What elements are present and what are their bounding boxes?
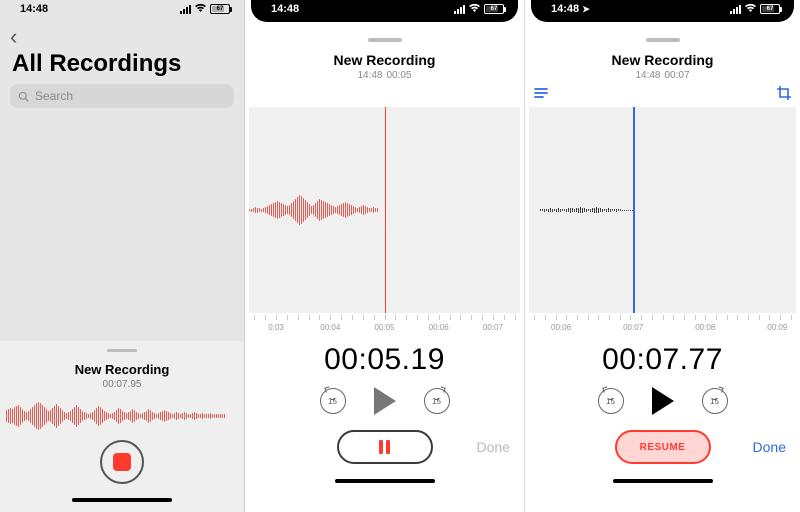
crop-icon[interactable] bbox=[776, 85, 792, 101]
wifi-icon bbox=[468, 3, 481, 16]
search-icon bbox=[18, 91, 29, 102]
signal-icon bbox=[454, 5, 465, 14]
recording-title: New Recording bbox=[525, 52, 800, 68]
timeline-ticks: 0:0300:0400:0500:0600:07 bbox=[249, 323, 520, 335]
recording-title: New Recording bbox=[0, 362, 244, 377]
skip-forward-button[interactable]: 15 bbox=[702, 388, 728, 414]
search-input[interactable]: Search bbox=[10, 84, 234, 108]
wifi-icon bbox=[744, 3, 757, 16]
play-button[interactable] bbox=[652, 387, 674, 415]
battery-icon: 67 bbox=[484, 4, 504, 14]
skip-forward-button[interactable]: 15 bbox=[424, 388, 450, 414]
recording-title: New Recording bbox=[245, 52, 524, 68]
home-indicator[interactable] bbox=[72, 498, 172, 502]
recording-timestamp: 14:48 bbox=[357, 70, 382, 81]
recording-timestamp: 14:48 bbox=[635, 70, 660, 81]
done-button[interactable]: Done bbox=[477, 439, 510, 455]
status-time: 14:48 bbox=[271, 3, 299, 15]
play-button[interactable] bbox=[374, 387, 396, 415]
recording-drawer: New Recording 00:07.95 bbox=[0, 341, 244, 512]
pause-button[interactable] bbox=[337, 430, 433, 464]
battery-icon: 67 bbox=[210, 4, 230, 14]
back-button[interactable]: ‹ bbox=[0, 18, 244, 50]
resume-button[interactable]: RESUME bbox=[615, 430, 711, 464]
signal-icon bbox=[730, 5, 741, 14]
status-time: 14:48 bbox=[20, 3, 48, 15]
status-bar: 14:48 67 bbox=[0, 0, 244, 18]
skip-back-button[interactable]: 15 bbox=[320, 388, 346, 414]
panel-recording-active: 14:48 67 New Recording 14:48 00:05 0:0300… bbox=[245, 0, 525, 512]
done-button[interactable]: Done bbox=[753, 439, 786, 455]
page-title: All Recordings bbox=[0, 50, 244, 84]
location-icon: ➤ bbox=[582, 4, 590, 14]
list-icon[interactable] bbox=[533, 85, 549, 101]
playhead[interactable] bbox=[633, 107, 635, 313]
home-indicator[interactable] bbox=[335, 479, 435, 483]
panel-all-recordings: 14:48 67 ‹ All Recordings Search New Rec… bbox=[0, 0, 245, 512]
stop-button[interactable] bbox=[100, 440, 144, 484]
battery-icon: 67 bbox=[760, 4, 780, 14]
signal-icon bbox=[180, 5, 191, 14]
recording-elapsed: 00:07.95 bbox=[0, 379, 244, 390]
waveform-editor[interactable] bbox=[249, 107, 520, 313]
skip-back-button[interactable]: 15 bbox=[598, 388, 624, 414]
playhead[interactable] bbox=[385, 107, 387, 313]
status-time: 14:48 bbox=[551, 3, 579, 15]
drawer-handle[interactable] bbox=[107, 349, 137, 352]
recording-duration: 00:07 bbox=[665, 70, 690, 81]
panel-recording-paused: 14:48 ➤ 67 New Recording 14:48 00:07 bbox=[525, 0, 800, 512]
wifi-icon bbox=[194, 3, 207, 16]
sheet-handle[interactable] bbox=[368, 38, 402, 42]
search-placeholder: Search bbox=[35, 89, 73, 103]
waveform-live bbox=[6, 400, 238, 432]
current-time: 00:05.19 bbox=[245, 343, 524, 377]
current-time: 00:07.77 bbox=[525, 343, 800, 377]
waveform-editor[interactable] bbox=[529, 107, 796, 313]
recording-duration: 00:05 bbox=[387, 70, 412, 81]
home-indicator[interactable] bbox=[613, 479, 713, 483]
sheet-handle[interactable] bbox=[646, 38, 680, 42]
timeline-ticks: 00:0600:0700:0800:09 bbox=[529, 323, 796, 335]
